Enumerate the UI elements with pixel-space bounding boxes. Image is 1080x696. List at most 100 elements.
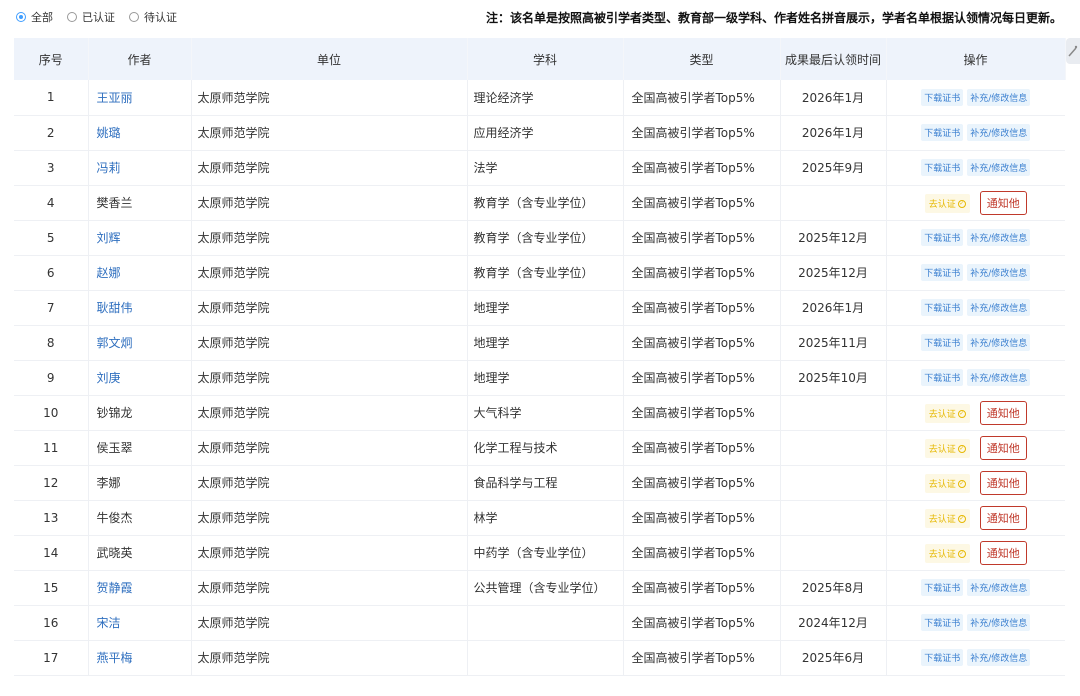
cell-actions: 去认证 ✓ 通知他 [886,500,1065,536]
check-circle-icon: ✓ [957,410,966,418]
cell-author: 李娜 [88,465,192,501]
radio-checked-icon [16,12,26,22]
filter-pending[interactable]: 待认证 [129,9,177,25]
cell-unit: 太原师范学院 [191,150,468,186]
cell-index: 6 [14,255,89,291]
edit-info-button[interactable]: 补充/修改信息 [967,299,1031,316]
cell-type: 全国高被引学者Top5% [623,150,781,186]
cell-subject: 化学工程与技术 [467,430,624,466]
filter-label: 全部 [31,11,53,24]
author-name[interactable]: 赵娜 [97,266,121,280]
download-certificate-button[interactable]: 下载证书 [921,264,964,281]
table-row: 14 武晓英 太原师范学院 中药学（含专业学位） 全国高被引学者Top5% 去认证 ✓ 通知他 [14,535,1065,571]
cell-type: 全国高被引学者Top5% [623,185,781,221]
notify-button[interactable]: 通知他 [979,435,1027,460]
cell-actions: 去认证 ✓ 通知他 [886,465,1065,501]
cell-time: 2025年12月 [780,255,887,291]
notify-button[interactable]: 通知他 [979,400,1027,425]
magic-wand-icon [1068,45,1078,57]
author-name[interactable]: 燕平梅 [97,651,133,665]
edit-info-button[interactable]: 补充/修改信息 [967,614,1031,631]
cell-type: 全国高被引学者Top5% [623,570,781,606]
cell-index: 1 [14,80,89,116]
filter-all[interactable]: 全部 [16,9,53,25]
download-certificate-button[interactable]: 下载证书 [921,614,964,631]
download-certificate-button[interactable]: 下载证书 [921,649,964,666]
cell-author: 侯玉翠 [88,430,192,466]
cell-index: 2 [14,115,89,151]
cell-actions: 下载证书 补充/修改信息 [886,640,1065,676]
edit-info-button[interactable]: 补充/修改信息 [967,229,1031,246]
edit-info-button[interactable]: 补充/修改信息 [967,579,1031,596]
cell-unit: 太原师范学院 [191,80,468,116]
edit-info-button[interactable]: 补充/修改信息 [967,124,1031,141]
table-row: 4 樊香兰 太原师范学院 教育学（含专业学位） 全国高被引学者Top5% 去认证 ✓ 通知他 [14,185,1065,221]
author-name[interactable]: 冯莉 [97,161,121,175]
column-header-subject: 学科 [467,38,624,80]
cell-author: 钞锦龙 [88,395,192,431]
download-certificate-button[interactable]: 下载证书 [921,159,964,176]
check-circle-icon: ✓ [957,480,966,488]
download-certificate-button[interactable]: 下载证书 [921,88,964,106]
author-name[interactable]: 姚璐 [97,126,121,140]
cell-unit: 太原师范学院 [191,325,468,361]
cell-actions: 下载证书 补充/修改信息 [886,80,1065,116]
cell-unit: 太原师范学院 [191,465,468,501]
edit-info-button[interactable]: 补充/修改信息 [967,369,1031,386]
author-name[interactable]: 郭文炯 [97,336,133,350]
notify-button[interactable]: 通知他 [979,540,1027,565]
cell-subject: 公共管理（含专业学位） [467,570,624,606]
notify-button[interactable]: 通知他 [979,190,1027,215]
cell-subject [467,640,624,676]
cell-index: 11 [14,430,89,466]
author-name[interactable]: 耿甜伟 [97,301,133,315]
download-certificate-button[interactable]: 下载证书 [921,369,964,386]
download-certificate-button[interactable]: 下载证书 [921,124,964,141]
cell-subject: 教育学（含专业学位） [467,220,624,256]
cell-time: 2025年8月 [780,570,887,606]
author-name[interactable]: 刘庚 [97,371,121,385]
pending-badge: 去认证 ✓ [924,438,970,458]
cell-author: 贺静霞 [88,570,192,606]
table-row: 3 冯莉 太原师范学院 法学 全国高被引学者Top5% 2025年9月 下载证书 补充/修改信… [14,150,1065,186]
cell-unit: 太原师范学院 [191,115,468,151]
edit-info-button[interactable]: 补充/修改信息 [967,88,1031,106]
table-row: 8 郭文炯 太原师范学院 地理学 全国高被引学者Top5% 2025年11月 下载证书 补充/… [14,325,1065,361]
notify-button[interactable]: 通知他 [979,505,1027,530]
download-certificate-button[interactable]: 下载证书 [921,299,964,316]
download-certificate-button[interactable]: 下载证书 [921,229,964,246]
pending-badge: 去认证 ✓ [924,543,970,563]
edit-info-button[interactable]: 补充/修改信息 [967,649,1031,666]
author-name[interactable]: 王亚丽 [97,91,133,105]
author-name[interactable]: 贺静霞 [97,581,133,595]
edit-info-button[interactable]: 补充/修改信息 [967,159,1031,176]
edit-info-button[interactable]: 补充/修改信息 [967,334,1031,351]
radio-unchecked-icon [67,12,77,22]
cell-time [780,185,887,221]
author-name[interactable]: 刘辉 [97,231,121,245]
filter-label: 待认证 [144,11,177,24]
download-certificate-button[interactable]: 下载证书 [921,334,964,351]
cell-time: 2025年11月 [780,325,887,361]
cell-subject: 食品科学与工程 [467,465,624,501]
side-tool-button[interactable] [1066,38,1080,64]
cell-index: 9 [14,360,89,396]
table-body: 1 王亚丽 太原师范学院 理论经济学 全国高被引学者Top5% 2026年1月 下载证书 补充… [14,80,1065,676]
pending-label: 去认证 [928,479,956,490]
download-certificate-button[interactable]: 下载证书 [921,579,964,596]
cell-author: 冯莉 [88,150,192,186]
cell-unit: 太原师范学院 [191,255,468,291]
cell-actions: 去认证 ✓ 通知他 [886,185,1065,221]
cell-index: 5 [14,220,89,256]
column-header-unit: 单位 [191,38,468,80]
cell-actions: 下载证书 补充/修改信息 [886,360,1065,396]
notify-button[interactable]: 通知他 [979,470,1027,495]
cell-actions: 下载证书 补充/修改信息 [886,570,1065,606]
cell-time [780,430,887,466]
pending-badge: 去认证 ✓ [924,473,970,493]
cell-subject: 大气科学 [467,395,624,431]
author-name[interactable]: 宋洁 [97,616,121,630]
filter-certified[interactable]: 已认证 [67,9,115,25]
edit-info-button[interactable]: 补充/修改信息 [967,264,1031,281]
cell-index: 12 [14,465,89,501]
